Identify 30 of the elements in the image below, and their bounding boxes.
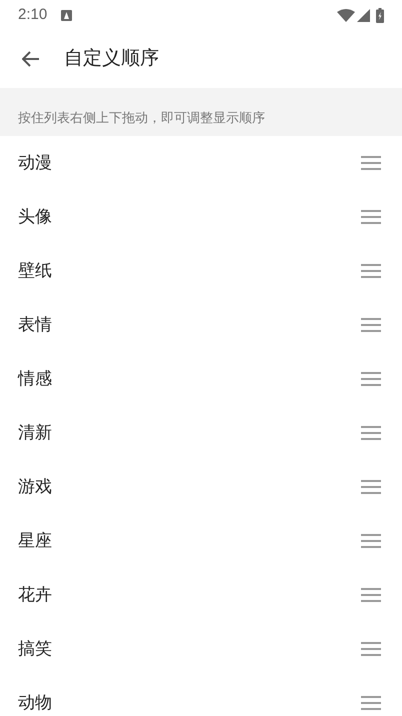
- category-label: 动漫: [18, 152, 53, 174]
- drag-handle-icon[interactable]: [361, 210, 381, 224]
- category-label: 壁纸: [18, 260, 53, 282]
- signal-icon: [357, 8, 370, 22]
- drag-handle-icon[interactable]: [361, 264, 381, 278]
- drag-handle-icon[interactable]: [361, 372, 381, 386]
- category-label: 清新: [18, 422, 53, 444]
- page-title: 自定义顺序: [64, 46, 159, 71]
- drag-handle-icon[interactable]: [361, 156, 381, 170]
- status-time: 2:10: [18, 4, 48, 25]
- drag-handle-icon[interactable]: [361, 534, 381, 548]
- category-label: 游戏: [18, 476, 53, 498]
- drag-handle-icon[interactable]: [361, 318, 381, 332]
- category-label: 头像: [18, 206, 53, 228]
- drag-handle-icon[interactable]: [361, 588, 381, 602]
- battery-icon: [376, 8, 384, 22]
- drag-handle-icon[interactable]: [361, 642, 381, 656]
- back-arrow-icon: [22, 51, 40, 67]
- category-label: 搞笑: [18, 638, 53, 660]
- category-label: 星座: [18, 530, 53, 552]
- wifi-icon: [337, 8, 355, 22]
- notification-icon: [61, 10, 72, 20]
- drag-handle-icon[interactable]: [361, 426, 381, 440]
- hint-text: 按住列表右侧上下拖动，即可调整显示顺序: [18, 108, 265, 126]
- category-label: 表情: [18, 314, 53, 336]
- category-label: 情感: [18, 368, 53, 390]
- category-label: 动物: [18, 692, 53, 714]
- drag-handle-icon[interactable]: [361, 696, 381, 710]
- category-label: 花卉: [18, 584, 53, 606]
- drag-handle-icon[interactable]: [361, 480, 381, 494]
